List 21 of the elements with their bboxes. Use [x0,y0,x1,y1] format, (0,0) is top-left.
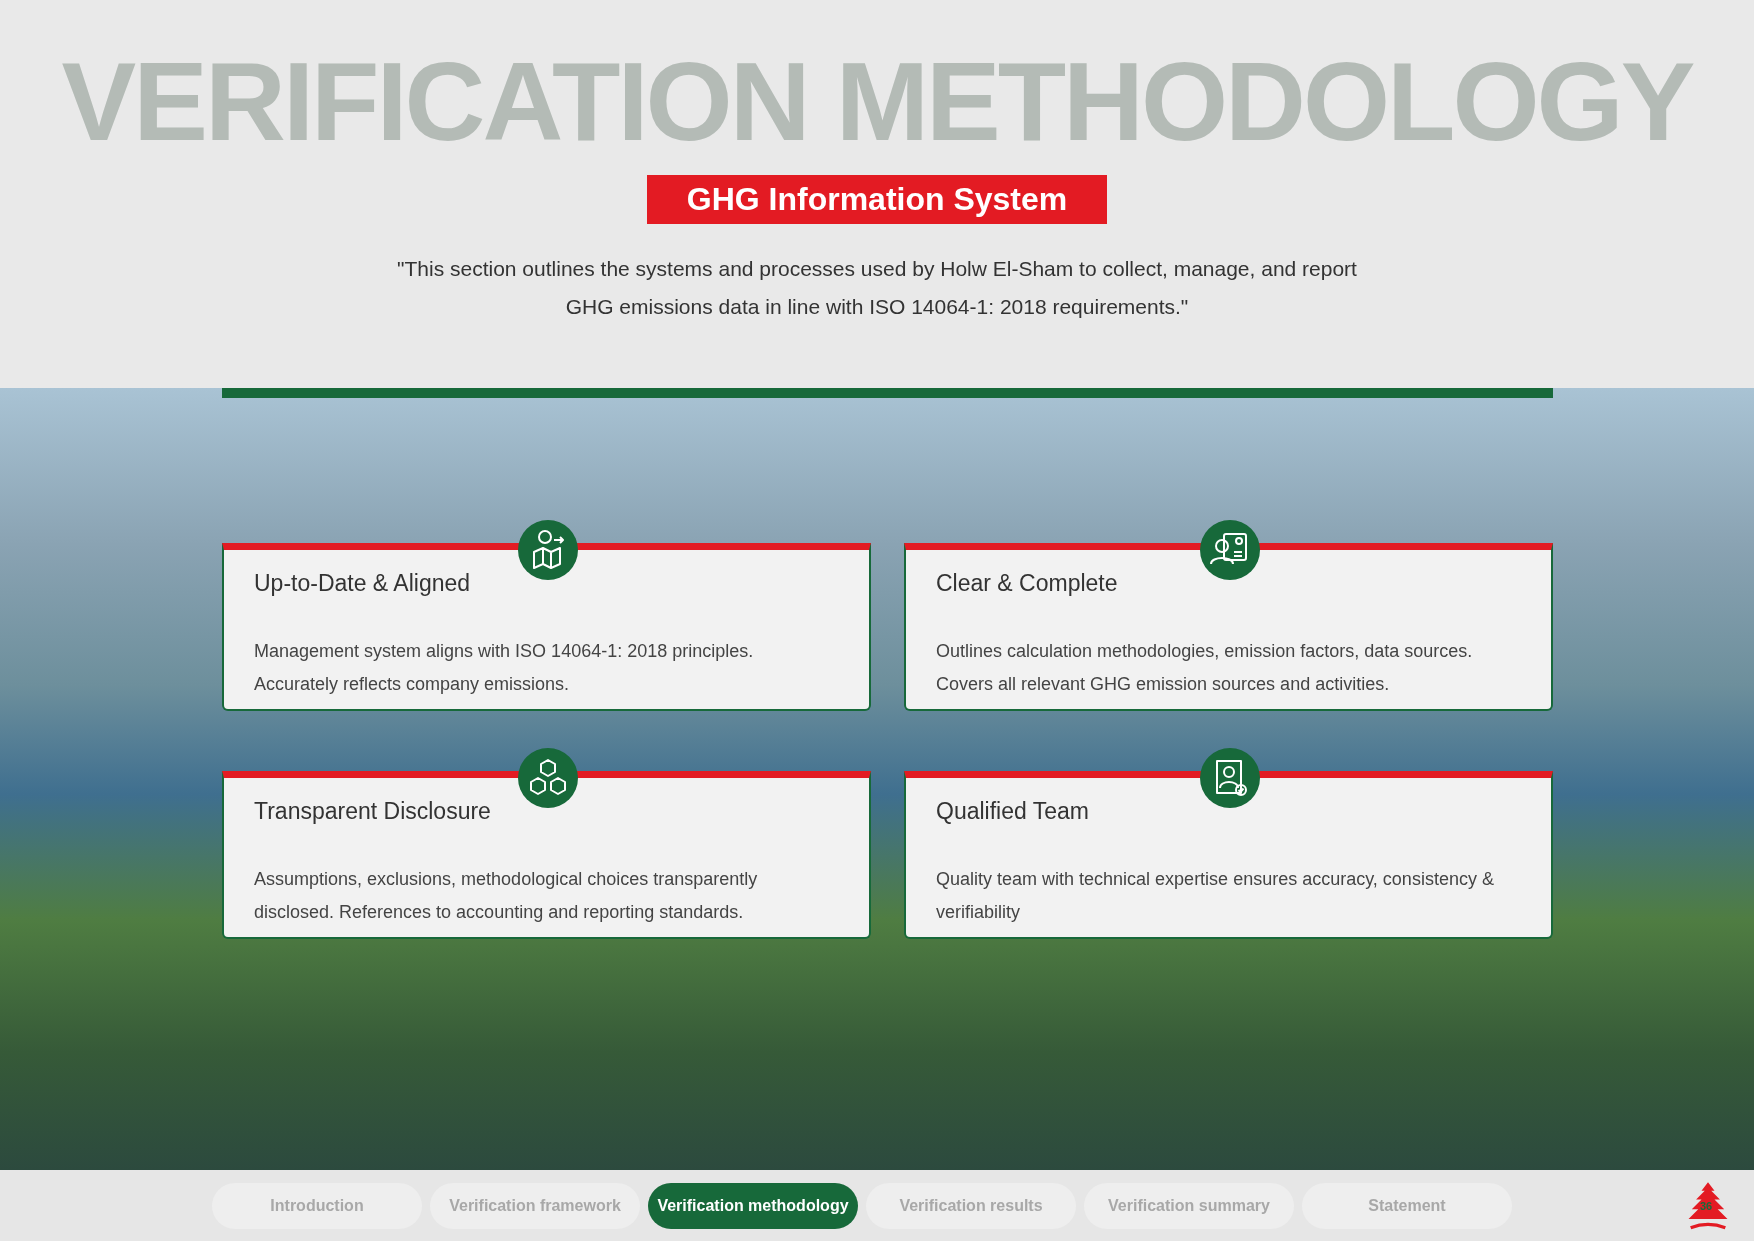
page-number: 36 [1700,1199,1713,1212]
card-title: Qualified Team [936,798,1090,825]
nav-tab[interactable]: Verification results [866,1182,1076,1229]
card-title: Up-to-Date & Aligned [254,570,472,597]
nav-tab[interactable]: Verification summary [1084,1182,1294,1229]
card-title: Transparent Disclosure [254,798,492,825]
section-banner: GHG Information System [646,175,1108,225]
nav-tab[interactable]: Verification framework [430,1182,640,1229]
nav-tab[interactable]: Introduction [212,1182,422,1229]
card-text: Outlines calculation methodologies, emission factors, data sources. Covers all relevant GHG emission sources and activities. [936,640,1474,696]
intro-quote: "This section outlines the systems and processes used by Holw El-Sham to collect, manage, and report GHG emissions data in line with ISO 14064-1: 2018 requirements." [396,256,1358,321]
nav-tab[interactable]: Verification methodology [648,1182,858,1229]
card-text: Quality team with technical expertise ensures accuracy, consistency & verifiability [936,868,1495,924]
nav-tab[interactable]: Statement [1302,1182,1512,1229]
card-text: Management system aligns with ISO 14064-1: 2018 principles. Accurately reflects company emissions. [254,640,755,696]
card-text: Assumptions, exclusions, methodological choices transparently disclosed. References to accounting and reporting standards. [254,868,759,924]
person-map-icon [518,520,578,580]
certified-person-icon [1200,748,1260,808]
profile-card-icon [1200,520,1260,580]
card-title: Clear & Complete [936,570,1119,597]
cubes-icon [518,748,578,808]
